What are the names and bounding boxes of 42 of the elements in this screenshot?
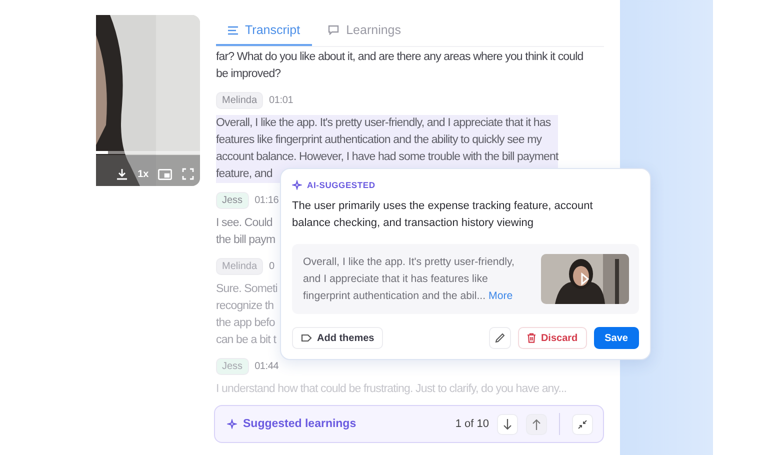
discard-button[interactable]: Discard bbox=[518, 327, 587, 349]
previous-button[interactable] bbox=[526, 414, 547, 434]
counter: 1 of 10 bbox=[455, 418, 489, 430]
sparkle-icon bbox=[292, 180, 302, 190]
tab[interactable]: Transcript bbox=[216, 16, 312, 46]
timestamp: 01:16 bbox=[254, 195, 279, 206]
picture-in-picture-icon[interactable] bbox=[158, 168, 172, 180]
ai-suggested-label: AI-SUGGESTED bbox=[307, 180, 376, 190]
tag-icon bbox=[301, 334, 312, 342]
add-themes-button[interactable]: Add themes bbox=[292, 327, 384, 349]
speaker-tag: Jess bbox=[216, 192, 249, 209]
timestamp: 01:01 bbox=[269, 95, 294, 106]
tab[interactable]: Learnings bbox=[316, 16, 414, 46]
arrow-down-icon bbox=[503, 418, 512, 430]
lines-icon bbox=[228, 26, 238, 34]
summary-text: The user primarily uses the expense tracking feature, account balance checking, and transaction history viewing bbox=[292, 199, 594, 231]
transcript-text: Sure. Someti recognize th the app befo can be a bit t bbox=[216, 282, 278, 348]
suggested-learnings-title[interactable]: Suggested learnings bbox=[243, 418, 356, 430]
more-link[interactable]: More bbox=[488, 290, 513, 302]
speaker-tag: Jess bbox=[216, 358, 249, 375]
download-icon[interactable] bbox=[116, 168, 128, 180]
transcript-text: I understand how that could be frustrating. Just to clarify, do you have any... bbox=[216, 382, 567, 397]
timestamp: 0 bbox=[269, 261, 274, 272]
speaker-tag: Melinda bbox=[216, 92, 264, 109]
progress-track[interactable] bbox=[96, 151, 200, 154]
collapse-button[interactable] bbox=[572, 414, 593, 434]
collapse-icon bbox=[578, 420, 587, 428]
fullscreen-icon[interactable] bbox=[182, 168, 194, 180]
arrow-up-icon bbox=[532, 418, 541, 430]
next-button[interactable] bbox=[497, 414, 518, 434]
trash-icon bbox=[526, 333, 536, 343]
pencil-icon bbox=[494, 333, 505, 343]
transcript-text: I see. Could the bill paym bbox=[216, 216, 276, 248]
speed-button[interactable]: 1x bbox=[138, 168, 149, 180]
speaker-tag: Melinda bbox=[216, 258, 264, 275]
edit-button[interactable] bbox=[488, 327, 511, 349]
sparkle-icon bbox=[227, 419, 237, 429]
transcript-text: far? What do you like about it, and are there any areas where you think it could be improved? bbox=[216, 50, 584, 82]
quote-text: Overall, I like the app. It's pretty user-friendly, and I appreciate that it has features like fingerprint authentication and the abil... More bbox=[303, 254, 514, 304]
timestamp: 01:44 bbox=[254, 361, 279, 372]
save-button[interactable]: Save bbox=[594, 327, 639, 349]
comment-icon bbox=[328, 25, 340, 35]
